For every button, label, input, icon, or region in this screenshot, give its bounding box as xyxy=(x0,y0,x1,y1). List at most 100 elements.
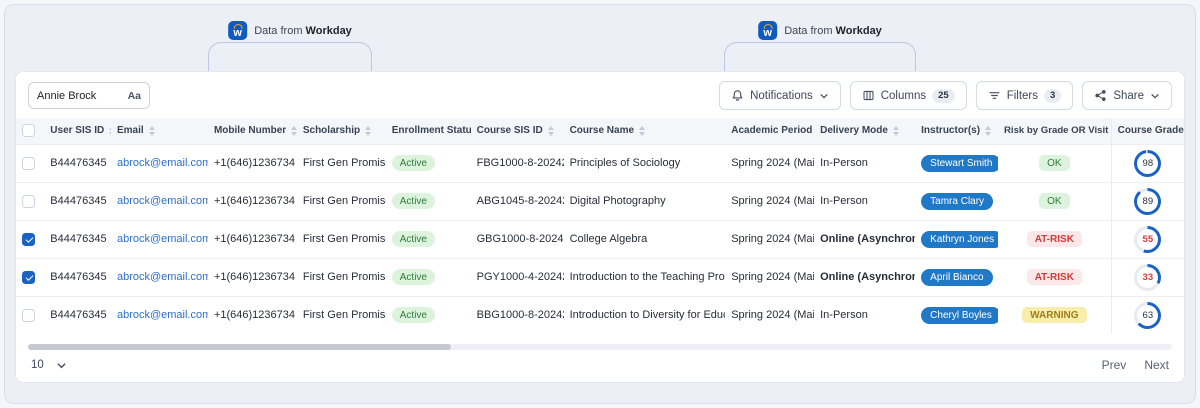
filters-button[interactable]: Filters 3 xyxy=(975,81,1074,110)
table-row: B44476345 abrock@email.com +1(646)1236734 F… xyxy=(16,182,1184,220)
chevron-down-icon xyxy=(820,93,828,99)
course-grade-ring: 98 xyxy=(1134,149,1162,177)
course-grade-ring: 55 xyxy=(1134,225,1162,253)
sort-desc-arrow xyxy=(985,131,992,136)
col-header-scholarship[interactable]: Scholarship xyxy=(297,118,386,144)
row-select-cell xyxy=(16,182,44,220)
instructor-pill[interactable]: Kathryn Jones xyxy=(921,230,998,248)
workday-logo-icon: w xyxy=(228,21,248,40)
table-footer: 10 Prev Next xyxy=(16,350,1184,382)
filters-label: Filters xyxy=(1006,89,1039,102)
table-toolbar: Aa Notifications Columns 25 Filters 3 xyxy=(16,72,1184,118)
sort-icon[interactable] xyxy=(148,125,155,136)
instructor-pill[interactable]: Cheryl Boyles xyxy=(921,306,998,324)
prev-page-button[interactable]: Prev xyxy=(1102,358,1127,372)
cell-risk: OK xyxy=(998,144,1111,182)
row-checkbox[interactable] xyxy=(22,194,35,208)
cell-course_grade: 89 xyxy=(1110,182,1184,220)
cell-instructors: Cheryl Boyles xyxy=(915,296,998,334)
workday-source-text: Data from Workday xyxy=(254,24,352,37)
workday-logo-icon: w xyxy=(758,21,778,40)
horizontal-scrollbar-thumb[interactable] xyxy=(28,344,452,350)
search-input[interactable] xyxy=(37,89,117,102)
cell-enrollment_status: Active xyxy=(386,258,471,296)
col-header-label: Academic Period xyxy=(731,125,813,137)
cell-academic_period: Spring 2024 (Main) xyxy=(731,233,814,245)
sort-desc-arrow xyxy=(639,131,646,136)
row-checkbox[interactable] xyxy=(22,270,35,284)
sort-icon[interactable] xyxy=(892,125,899,136)
col-header-enrollment_status[interactable]: Enrollment Status xyxy=(386,118,471,144)
cell-delivery_mode: Online (Asynchronous) xyxy=(820,233,915,245)
col-header-course_grade: Course Grade xyxy=(1110,118,1184,144)
sort-icon[interactable] xyxy=(365,125,372,136)
cell-course_name: Principles of Sociology xyxy=(569,157,681,169)
row-checkbox[interactable] xyxy=(22,156,35,170)
col-header-label: Mobile Number xyxy=(213,125,287,137)
sort-desc-arrow xyxy=(291,131,297,136)
cell-user_sis_id: B44476345 xyxy=(50,233,107,245)
course-grade-ring: 89 xyxy=(1134,187,1162,215)
sort-asc-arrow xyxy=(547,125,554,130)
sort-asc-arrow xyxy=(892,125,899,130)
row-checkbox[interactable] xyxy=(22,232,35,246)
instructor-pill[interactable]: Tamra Clary xyxy=(921,192,994,210)
col-header-instructors[interactable]: Instructor(s) xyxy=(915,118,998,144)
email-link[interactable]: abrock@email.com xyxy=(117,309,208,321)
enrollment-status-badge: Active xyxy=(391,269,435,285)
cell-scholarship: First Gen Promise xyxy=(302,195,386,207)
sort-desc-arrow xyxy=(109,131,111,136)
cell-delivery_mode: In-Person xyxy=(820,309,868,322)
cell-user_sis_id: B44476345 xyxy=(50,195,107,207)
cell-mobile: +1(646)1236734 xyxy=(213,309,295,322)
col-header-mobile[interactable]: Mobile Number xyxy=(208,118,297,144)
instructor-pill[interactable]: Stewart Smith xyxy=(921,154,998,172)
cell-delivery_mode: In-Person xyxy=(820,195,868,207)
col-header-label: Course Grade xyxy=(1117,125,1184,137)
toolbar-buttons: Notifications Columns 25 Filters 3 Share xyxy=(719,81,1172,110)
cell-delivery_mode: Online (Asynchronous) xyxy=(820,271,915,283)
row-checkbox[interactable] xyxy=(22,308,35,322)
course-grade-value: 33 xyxy=(1137,266,1159,288)
page-size-selector[interactable]: 10 xyxy=(31,359,67,371)
cell-course_name: Introduction to Diversity for Education xyxy=(569,309,726,322)
share-button[interactable]: Share xyxy=(1082,81,1172,110)
col-header-risk[interactable]: Risk by Grade OR Visit & Time xyxy=(998,118,1111,144)
workday-annotation-band: w Data from Workday w Data from Workday xyxy=(5,5,1195,82)
email-link[interactable]: abrock@email.com xyxy=(117,233,208,245)
workday-source-label: w Data from Workday xyxy=(228,21,352,40)
email-link[interactable]: abrock@email.com xyxy=(117,157,208,169)
sort-icon[interactable] xyxy=(639,125,646,136)
email-link[interactable]: abrock@email.com xyxy=(117,195,208,207)
sort-asc-arrow xyxy=(365,125,372,130)
email-link[interactable]: abrock@email.com xyxy=(117,271,208,283)
cell-enrollment_status: Active xyxy=(386,220,471,258)
sort-asc-arrow xyxy=(291,125,297,130)
col-header-course_sis_id[interactable]: Course SIS ID xyxy=(471,118,564,144)
sort-desc-arrow xyxy=(365,131,372,136)
col-header-user_sis_id[interactable]: User SIS ID xyxy=(44,118,111,144)
horizontal-scrollbar-track[interactable] xyxy=(28,344,1172,350)
select-all-header-cell xyxy=(16,118,44,144)
sort-icon[interactable] xyxy=(985,125,992,136)
col-header-course_name[interactable]: Course Name xyxy=(564,118,726,144)
course-grade-ring: 33 xyxy=(1134,263,1162,291)
cell-academic_period: Spring 2024 (Main) xyxy=(731,195,814,207)
table-row: B44476345 abrock@email.com +1(646)1236734 F… xyxy=(16,258,1184,296)
next-page-button[interactable]: Next xyxy=(1144,358,1169,372)
sort-icon[interactable] xyxy=(109,125,111,136)
match-case-toggle[interactable]: Aa xyxy=(128,90,141,102)
col-header-label: Enrollment Status xyxy=(391,125,471,137)
col-header-academic_period[interactable]: Academic Period xyxy=(725,118,814,144)
cell-delivery_mode: In-Person xyxy=(820,157,868,169)
instructor-pill[interactable]: April Bianco xyxy=(921,268,993,286)
sort-icon[interactable] xyxy=(291,125,297,136)
select-all-checkbox[interactable] xyxy=(22,124,35,138)
columns-button[interactable]: Columns 25 xyxy=(849,81,967,110)
col-header-delivery_mode[interactable]: Delivery Mode xyxy=(814,118,915,144)
col-header-email[interactable]: Email xyxy=(111,118,208,144)
cell-user_sis_id: B44476345 xyxy=(50,271,107,283)
sort-icon[interactable] xyxy=(547,125,554,136)
notifications-button[interactable]: Notifications xyxy=(719,81,841,110)
pagination: Prev Next xyxy=(1102,358,1169,372)
